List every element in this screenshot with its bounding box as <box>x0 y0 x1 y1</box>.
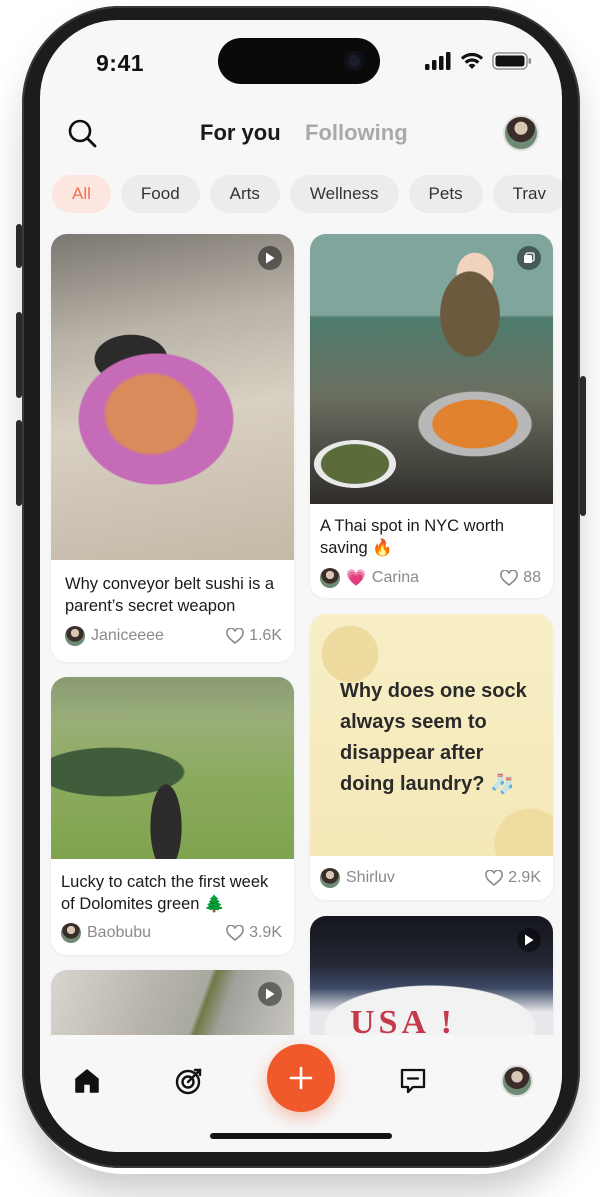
volume-up-button <box>16 312 22 398</box>
tab-for-you[interactable]: For you <box>200 120 281 146</box>
cellular-signal-icon <box>425 52 451 70</box>
chip-wellness[interactable]: Wellness <box>289 175 399 213</box>
home-indicator <box>210 1133 392 1139</box>
category-chips: All Food Arts Wellness Pets Trav <box>52 175 562 213</box>
heart-icon <box>226 925 244 941</box>
card-meta: Shirluv 2.9K <box>320 867 541 889</box>
power-button <box>580 376 586 516</box>
author-avatar <box>61 923 81 943</box>
plus-icon <box>289 1066 313 1090</box>
wifi-icon <box>460 52 484 69</box>
status-icons <box>425 52 532 70</box>
like-button[interactable]: 3.9K <box>226 924 282 942</box>
author-name: Janiceeee <box>91 627 164 644</box>
card-author[interactable]: 💗 Carina <box>320 568 419 588</box>
like-count: 3.9K <box>249 924 282 941</box>
card-meta: 💗 Carina 88 <box>320 567 541 589</box>
heart-icon <box>500 570 519 586</box>
chip-pets[interactable]: Pets <box>408 175 483 213</box>
card-author[interactable]: Baobubu <box>61 923 151 943</box>
like-count: 1.6K <box>249 627 282 644</box>
text-post: Why does one sock always seem to disappe… <box>340 680 527 795</box>
tab-following[interactable]: Following <box>305 120 408 146</box>
author-avatar <box>65 626 85 646</box>
front-camera <box>344 51 364 71</box>
card-meta: Janiceeee 1.6K <box>65 625 282 647</box>
author-avatar <box>320 568 340 588</box>
screen: 9:41 For you Following All Food Arts Wel… <box>40 20 562 1152</box>
feed-card-sushi[interactable]: Why conveyor belt sushi is a parent’s se… <box>51 234 294 662</box>
messages-icon <box>400 1068 426 1094</box>
card-title: A Thai spot in NYC worth saving 🔥 <box>320 517 505 557</box>
search-icon[interactable] <box>66 117 98 149</box>
volume-down-button <box>16 420 22 506</box>
card-author[interactable]: Shirluv <box>320 868 395 888</box>
card-meta: Baobubu 3.9K <box>61 922 282 944</box>
action-button <box>16 224 22 268</box>
feed-card-sock[interactable]: Why does one sock always seem to disappe… <box>310 614 553 900</box>
feed-card-dolomites[interactable]: Lucky to catch the first week of Dolomit… <box>51 677 294 955</box>
author-name: Shirluv <box>346 869 395 886</box>
card-image-dolomites <box>51 677 294 859</box>
like-button[interactable]: 2.9K <box>485 869 541 887</box>
dynamic-island <box>218 38 380 84</box>
video-badge-icon <box>258 246 282 270</box>
like-count: 2.9K <box>508 869 541 886</box>
chip-food[interactable]: Food <box>120 175 200 213</box>
chip-all[interactable]: All <box>52 175 111 213</box>
like-count: 88 <box>523 569 541 586</box>
card-image-bottle <box>51 970 294 1040</box>
author-name: Baobubu <box>87 924 152 941</box>
heart-icon <box>485 870 503 886</box>
like-button[interactable]: 1.6K <box>226 627 282 645</box>
status-time: 9:41 <box>96 50 145 76</box>
nav-discover[interactable] <box>173 1065 205 1097</box>
target-icon <box>175 1068 202 1095</box>
home-icon <box>75 1069 99 1093</box>
nav-home[interactable] <box>71 1065 103 1097</box>
feed-card-thai[interactable]: A Thai spot in NYC worth saving 🔥 💗 Cari… <box>310 234 553 598</box>
author-badge: 💗 <box>346 570 366 587</box>
video-badge-icon <box>517 928 541 952</box>
video-badge-icon <box>258 982 282 1006</box>
chip-arts[interactable]: Arts <box>209 175 280 213</box>
card-title: Why conveyor belt sushi is a parent’s se… <box>65 575 275 615</box>
card-image-thai <box>310 234 553 504</box>
like-button[interactable]: 88 <box>500 569 541 587</box>
author-avatar <box>320 868 340 888</box>
nav-profile-avatar[interactable] <box>501 1065 533 1097</box>
battery-icon <box>492 52 531 70</box>
card-title: Lucky to catch the first week of Dolomit… <box>61 873 269 913</box>
author-name: Carina <box>371 569 420 586</box>
card-image-sushi <box>51 234 294 560</box>
card-author[interactable]: Janiceeee <box>65 626 164 646</box>
heart-icon <box>226 628 244 644</box>
add-button[interactable] <box>267 1044 335 1112</box>
profile-avatar[interactable] <box>503 115 539 151</box>
nav-messages[interactable] <box>397 1065 429 1097</box>
chip-travel[interactable]: Trav <box>492 175 562 213</box>
gallery-badge-icon <box>517 246 541 270</box>
